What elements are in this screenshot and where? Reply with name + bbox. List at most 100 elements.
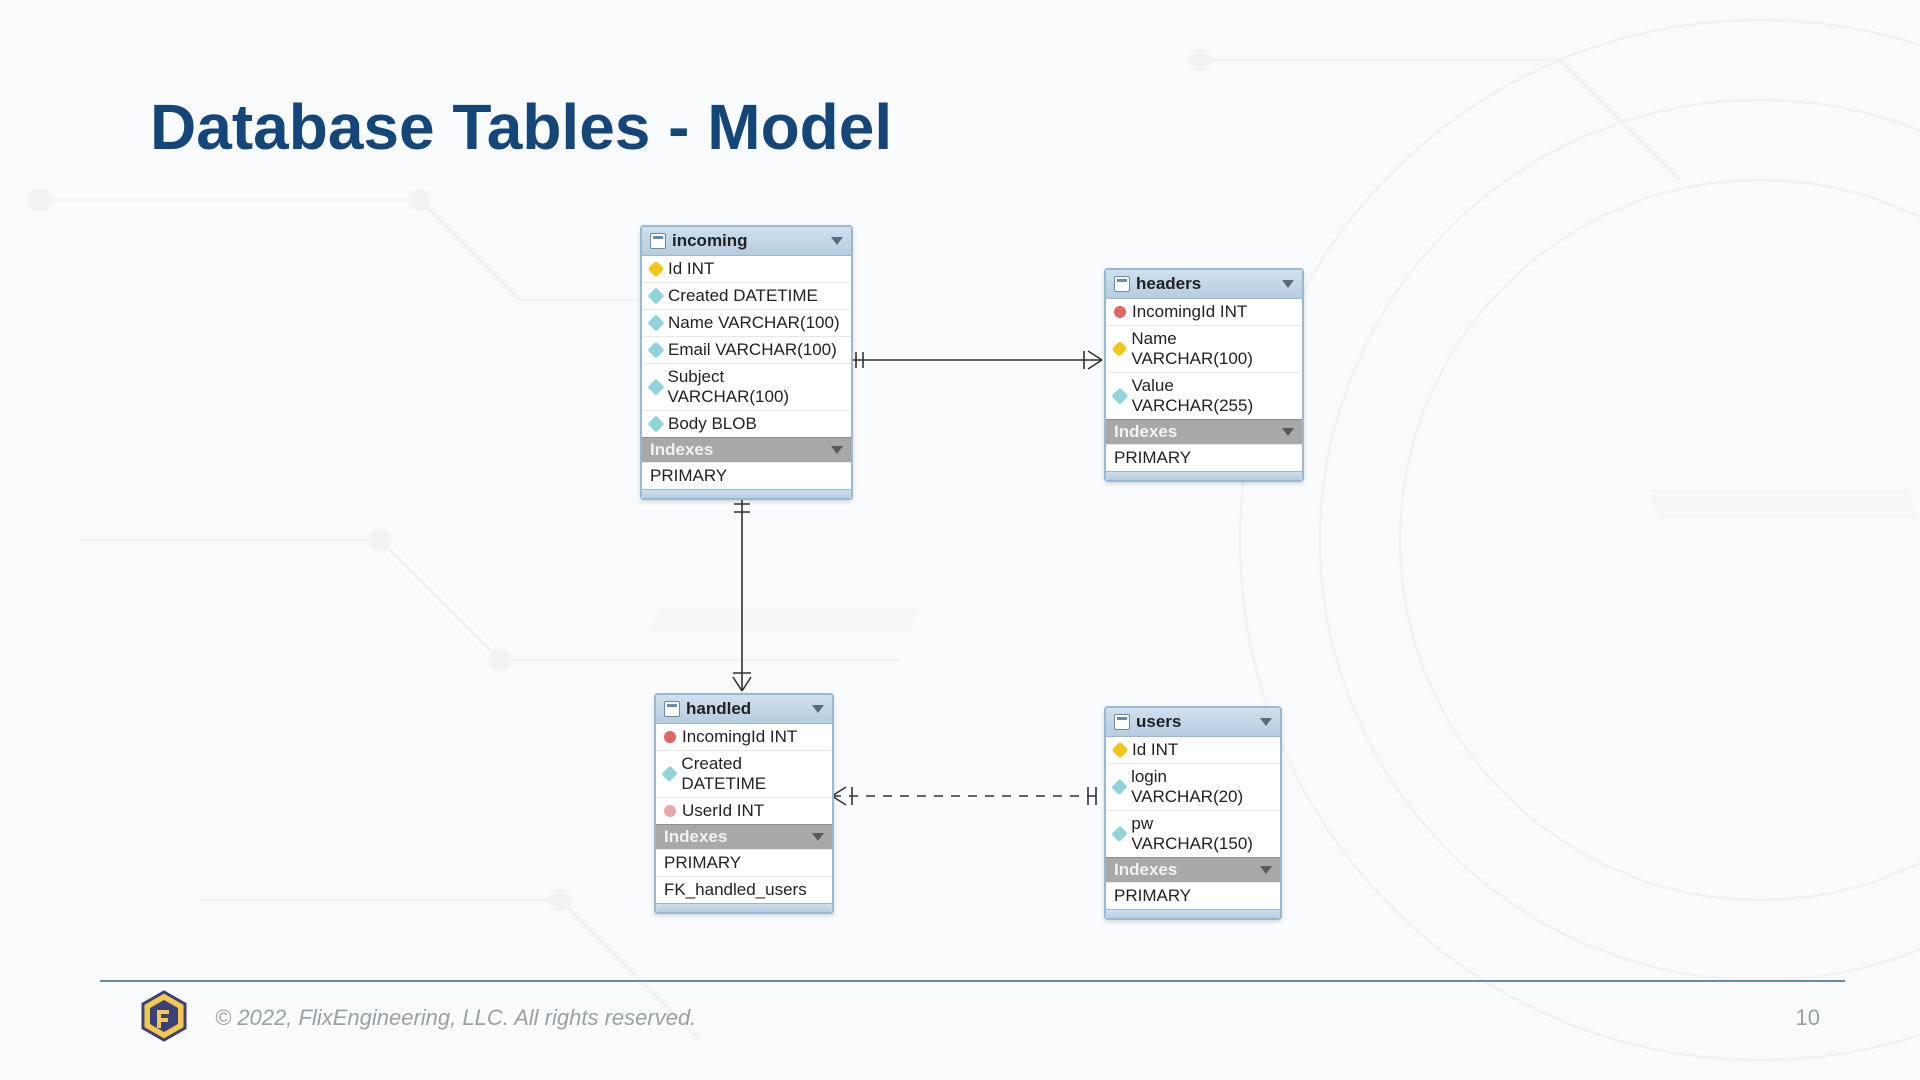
column-row[interactable]: Id INT (1106, 737, 1280, 763)
table-name: headers (1136, 274, 1201, 294)
column-label: IncomingId INT (682, 727, 797, 747)
col-icon (1111, 388, 1128, 405)
index-name: PRIMARY (1114, 448, 1191, 468)
copyright-text: © 2022, FlixEngineering, LLC. All rights… (215, 1005, 696, 1031)
table-header[interactable]: headers (1106, 270, 1302, 299)
table-name: handled (686, 699, 751, 719)
index-name: PRIMARY (1114, 886, 1191, 906)
column-label: Created DATETIME (681, 754, 824, 794)
chevron-down-icon[interactable] (812, 833, 824, 841)
columns: IncomingId INT Created DATETIME UserId INT (656, 724, 832, 824)
col-icon (661, 766, 678, 783)
col-icon (647, 379, 664, 396)
index-row[interactable]: PRIMARY (642, 462, 851, 489)
table-header[interactable]: incoming (642, 227, 851, 256)
chevron-down-icon[interactable] (1282, 428, 1294, 436)
column-row[interactable]: Body BLOB (642, 410, 851, 437)
column-label: Body BLOB (668, 414, 757, 434)
index-name: PRIMARY (664, 853, 741, 873)
table-headers[interactable]: headers IncomingId INT Name VARCHAR(100) Va… (1104, 268, 1304, 482)
page-number: 10 (1796, 1005, 1820, 1031)
indexes-header[interactable]: Indexes (642, 437, 851, 462)
column-row[interactable]: Id INT (642, 256, 851, 282)
column-label: Email VARCHAR(100) (668, 340, 837, 360)
col-icon (1111, 826, 1128, 843)
column-label: pw VARCHAR(150) (1131, 814, 1272, 854)
key-icon (1112, 742, 1129, 759)
index-name: FK_handled_users (664, 880, 807, 900)
indexes-label: Indexes (1114, 860, 1177, 880)
column-row[interactable]: Value VARCHAR(255) (1106, 372, 1302, 419)
table-icon (1114, 714, 1130, 730)
chevron-down-icon[interactable] (1260, 718, 1272, 726)
col-icon (648, 342, 665, 359)
column-label: login VARCHAR(20) (1131, 767, 1272, 807)
table-icon (664, 701, 680, 717)
page-title: Database Tables - Model (150, 90, 892, 164)
table-header[interactable]: users (1106, 708, 1280, 737)
index-row[interactable]: PRIMARY (1106, 882, 1280, 909)
chevron-down-icon[interactable] (831, 446, 843, 454)
table-incoming[interactable]: incoming Id INT Created DATETIME Name VARCH… (640, 225, 853, 500)
chevron-down-icon[interactable] (1260, 866, 1272, 874)
column-row[interactable]: IncomingId INT (1106, 299, 1302, 325)
col-icon (648, 315, 665, 332)
company-logo (140, 990, 188, 1042)
table-footer (1106, 909, 1280, 918)
column-row[interactable]: login VARCHAR(20) (1106, 763, 1280, 810)
col-icon (648, 416, 665, 433)
column-row[interactable]: Name VARCHAR(100) (1106, 325, 1302, 372)
fk-icon (1114, 306, 1126, 318)
table-icon (1114, 276, 1130, 292)
key-icon (648, 261, 665, 278)
indexes-label: Indexes (650, 440, 713, 460)
table-icon (650, 233, 666, 249)
indexes-header[interactable]: Indexes (656, 824, 832, 849)
column-label: Id INT (1132, 740, 1178, 760)
index-row[interactable]: PRIMARY (1106, 444, 1302, 471)
col-icon (648, 288, 665, 305)
column-row[interactable]: Email VARCHAR(100) (642, 336, 851, 363)
indexes-label: Indexes (1114, 422, 1177, 442)
columns: Id INT Created DATETIME Name VARCHAR(100) E… (642, 256, 851, 437)
column-label: IncomingId INT (1132, 302, 1247, 322)
column-row[interactable]: IncomingId INT (656, 724, 832, 750)
chevron-down-icon[interactable] (1282, 280, 1294, 288)
table-name: users (1136, 712, 1181, 732)
table-header[interactable]: handled (656, 695, 832, 724)
index-name: PRIMARY (650, 466, 727, 486)
columns: IncomingId INT Name VARCHAR(100) Value VAR… (1106, 299, 1302, 419)
columns: Id INT login VARCHAR(20) pw VARCHAR(150) (1106, 737, 1280, 857)
table-footer (656, 903, 832, 912)
table-footer (642, 489, 851, 498)
indexes-label: Indexes (664, 827, 727, 847)
chevron-down-icon[interactable] (812, 705, 824, 713)
column-row[interactable]: Created DATETIME (656, 750, 832, 797)
column-row[interactable]: Created DATETIME (642, 282, 851, 309)
column-row[interactable]: Name VARCHAR(100) (642, 309, 851, 336)
column-label: Name VARCHAR(100) (668, 313, 840, 333)
fk2-icon (664, 805, 676, 817)
column-label: Name VARCHAR(100) (1131, 329, 1294, 369)
table-handled[interactable]: handled IncomingId INT Created DATETIME Use… (654, 693, 834, 914)
table-footer (1106, 471, 1302, 480)
column-label: Created DATETIME (668, 286, 818, 306)
column-label: Subject VARCHAR(100) (668, 367, 843, 407)
column-row[interactable]: pw VARCHAR(150) (1106, 810, 1280, 857)
chevron-down-icon[interactable] (831, 237, 843, 245)
col-icon (1111, 779, 1127, 795)
indexes-header[interactable]: Indexes (1106, 857, 1280, 882)
slide: Database Tables - Model incoming Id INT Cr… (0, 0, 1920, 1080)
column-row[interactable]: Subject VARCHAR(100) (642, 363, 851, 410)
fk-icon (664, 731, 676, 743)
index-row[interactable]: PRIMARY (656, 849, 832, 876)
column-label: Id INT (668, 259, 714, 279)
column-row[interactable]: UserId INT (656, 797, 832, 824)
table-users[interactable]: users Id INT login VARCHAR(20) pw VARCHAR(1… (1104, 706, 1282, 920)
column-label: UserId INT (682, 801, 764, 821)
key-icon (1111, 341, 1128, 358)
indexes-header[interactable]: Indexes (1106, 419, 1302, 444)
index-row[interactable]: FK_handled_users (656, 876, 832, 903)
footer-divider (100, 980, 1845, 982)
column-label: Value VARCHAR(255) (1132, 376, 1294, 416)
